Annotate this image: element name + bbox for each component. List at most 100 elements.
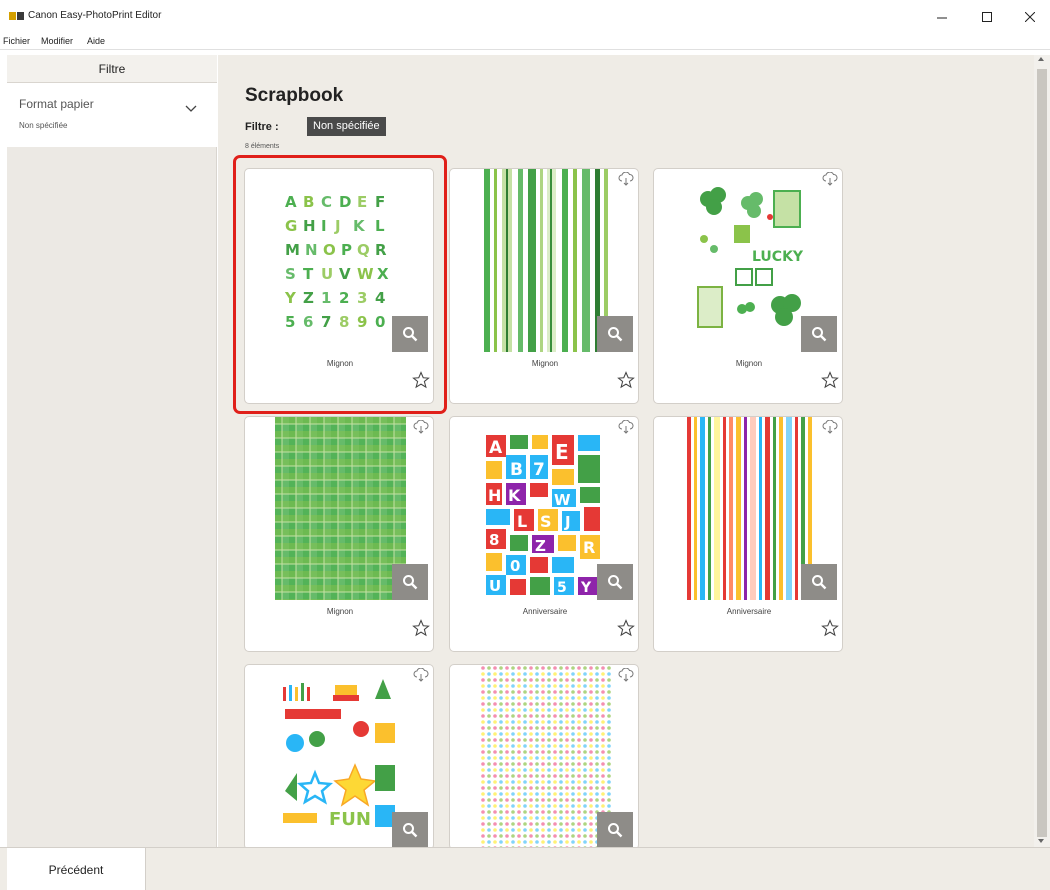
svg-text:Z: Z [303,289,314,307]
download-cloud-icon [618,420,634,434]
download-cloud-icon [822,172,838,186]
zoom-button[interactable] [801,564,837,600]
template-card[interactable]: Mignon [449,168,639,404]
vertical-scrollbar[interactable] [1034,55,1050,847]
zoom-button[interactable] [597,316,633,352]
favorite-star-icon[interactable] [821,619,839,637]
template-card[interactable]: LUCKY Mignon [653,168,843,404]
svg-text:J: J [564,513,571,531]
template-card[interactable]: Anniversaire [653,416,843,652]
maximize-button[interactable] [965,0,1009,34]
download-cloud-icon [618,172,634,186]
bottom-bar: Précédent [0,847,1050,890]
svg-text:T: T [303,265,314,283]
svg-text:Q: Q [357,241,370,259]
template-thumbnail-dots[interactable] [480,665,611,848]
window-title: Canon Easy-PhotoPrint Editor [28,10,162,21]
zoom-button[interactable] [597,812,633,848]
svg-text:A: A [489,438,503,458]
svg-text:S: S [540,512,552,531]
zoom-button[interactable] [597,564,633,600]
app-logo-icon [9,12,24,20]
svg-text:K: K [353,217,366,235]
svg-text:G: G [285,217,297,235]
svg-text:R: R [375,241,387,259]
template-thumbnail-birthday-stickers[interactable]: FUN [275,665,406,848]
zoom-button[interactable] [392,564,428,600]
close-button[interactable] [1008,0,1050,34]
template-label: Mignon [735,359,763,368]
template-thumbnail-green-stripes[interactable] [480,169,611,352]
svg-text:I: I [321,217,327,235]
svg-text:1: 1 [321,289,331,307]
minimize-button[interactable] [920,0,964,34]
svg-text:W: W [554,491,571,509]
zoom-button[interactable] [392,316,428,352]
svg-text:L: L [517,512,527,531]
template-card[interactable]: ABCDEF GHIJKL MNOPQR STUVWX YZ1234 56789… [244,168,434,404]
download-cloud-icon [413,420,429,434]
template-thumbnail-green-check[interactable] [275,417,406,600]
menu-fichier[interactable]: Fichier [3,36,30,46]
svg-text:W: W [357,265,374,283]
svg-text:9: 9 [357,313,367,331]
template-card[interactable]: Mignon [244,416,434,652]
favorite-star-icon[interactable] [617,619,635,637]
template-thumbnail-rainbow-stripes[interactable] [684,417,815,600]
zoom-button[interactable] [801,316,837,352]
magnifier-icon [812,327,827,342]
svg-text:7: 7 [533,460,545,480]
sidebar-header: Filtre [7,55,217,83]
svg-text:D: D [339,193,351,211]
page-title: Scrapbook [245,85,344,106]
menu-bar: Fichier Modifier Aide [0,34,1050,50]
template-label: Mignon [326,607,354,616]
zoom-button[interactable] [392,812,428,848]
svg-text:8: 8 [489,531,499,549]
download-cloud-icon [618,668,634,682]
svg-text:Z: Z [535,537,546,555]
scroll-thumb[interactable] [1037,69,1047,837]
svg-text:J: J [334,217,341,235]
svg-text:E: E [555,440,569,464]
minimize-icon [937,17,947,19]
scroll-up-icon[interactable] [1038,57,1044,61]
maximize-icon [982,12,992,22]
svg-text:H: H [488,486,501,505]
magnifier-icon [403,327,418,342]
active-filter-tag[interactable]: Non spécifiée [307,117,386,136]
favorite-star-icon[interactable] [617,371,635,389]
template-card[interactable] [449,664,639,850]
svg-text:5: 5 [557,580,567,596]
svg-text:B: B [510,460,523,480]
previous-button[interactable]: Précédent [7,848,146,890]
menu-aide[interactable]: Aide [87,36,105,46]
template-label: Mignon [326,359,354,368]
template-thumbnail-clover-lucky[interactable]: LUCKY [684,169,815,352]
svg-text:3: 3 [357,289,367,307]
favorite-star-icon[interactable] [412,619,430,637]
template-card[interactable]: FUN [244,664,434,850]
svg-text:H: H [303,217,316,235]
svg-text:O: O [323,241,336,259]
favorite-star-icon[interactable] [821,371,839,389]
svg-text:5: 5 [285,313,295,331]
menu-modifier[interactable]: Modifier [41,36,73,46]
template-label: Mignon [531,359,559,368]
scroll-down-icon[interactable] [1038,839,1044,843]
svg-text:LUCKY: LUCKY [752,249,804,265]
paper-format-filter[interactable]: Format papier Non spécifiée [7,83,217,147]
template-label: Anniversaire [726,607,772,616]
svg-text:V: V [339,265,351,283]
favorite-star-icon[interactable] [412,371,430,389]
chevron-down-icon [185,105,197,112]
template-card[interactable]: A E B 7 H K W L S J 8 Z R 0 U 5 Y Annive… [449,416,639,652]
svg-text:FUN: FUN [329,809,371,830]
template-thumbnail-alphabet[interactable]: ABCDEF GHIJKL MNOPQR STUVWX YZ1234 56789… [275,169,406,352]
svg-text:8: 8 [339,313,349,331]
svg-text:Y: Y [580,580,592,596]
svg-text:4: 4 [375,289,385,307]
svg-text:C: C [321,193,332,211]
template-thumbnail-colorful-letters[interactable]: A E B 7 H K W L S J 8 Z R 0 U 5 Y [480,417,611,600]
svg-text:0: 0 [510,557,520,575]
